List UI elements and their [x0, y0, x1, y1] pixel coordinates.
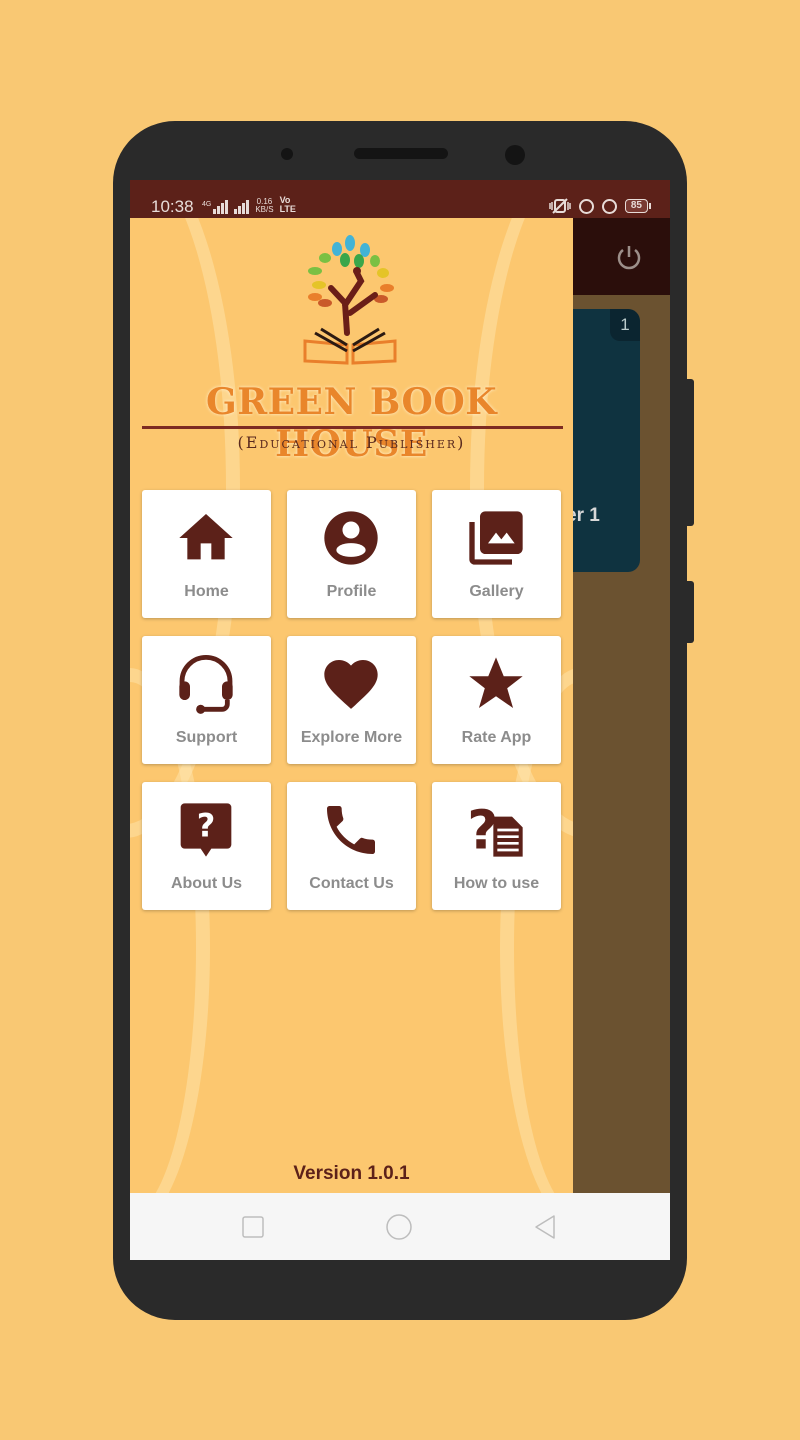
- status-time: 10:38: [151, 197, 194, 216]
- menu-label: Gallery: [469, 583, 524, 600]
- vibrate-off-icon: [549, 198, 571, 214]
- menu-profile[interactable]: Profile: [287, 490, 416, 618]
- menu-how-to-use[interactable]: ? How to use: [432, 782, 561, 910]
- recent-apps-button[interactable]: [240, 1214, 266, 1240]
- rotation-lock-icon: [578, 198, 594, 214]
- system-nav-bar: [130, 1193, 670, 1260]
- proximity-sensor: [281, 148, 293, 160]
- signal-sim1-icon: 4G: [202, 200, 229, 214]
- screen: 10:38 4G 0.16 KB/S Vo LTE 85 1 er 1 GREE…: [130, 180, 670, 1260]
- menu-label: Explore More: [300, 729, 403, 746]
- front-camera: [505, 145, 525, 165]
- brand-subtitle: (Educational Publisher): [237, 433, 466, 452]
- question-document-icon: ?: [467, 799, 523, 862]
- menu-explore-more[interactable]: Explore More: [287, 636, 416, 764]
- brand-divider: [142, 426, 563, 429]
- menu-label: How to use: [453, 875, 540, 892]
- status-bar: 10:38 4G 0.16 KB/S Vo LTE 85: [130, 180, 670, 218]
- menu-support[interactable]: Support: [142, 636, 271, 764]
- photo-library-icon: [469, 511, 523, 565]
- menu-label: Profile: [326, 583, 377, 600]
- network-type: 4G: [202, 201, 212, 208]
- earpiece-speaker: [354, 148, 448, 159]
- power-icon[interactable]: [614, 242, 644, 272]
- status-right-icons: 85: [549, 198, 652, 214]
- signal-sim2-icon: [234, 200, 250, 214]
- card-badge: 1: [610, 309, 640, 341]
- app-version: Version 1.0.1: [293, 1163, 410, 1184]
- home-nav-button[interactable]: [386, 1214, 412, 1240]
- tree-book-logo-icon: [303, 235, 397, 365]
- brand-title: GREEN BOOK HOUSE: [205, 381, 498, 465]
- headset-icon: [179, 655, 233, 714]
- status-left-icons: 4G 0.16 KB/S Vo LTE: [202, 196, 296, 214]
- heart-icon: [324, 660, 378, 709]
- menu-label: Rate App: [461, 729, 532, 746]
- menu-grid: Home Profile Gallery Support Explore Mor…: [142, 490, 561, 910]
- menu-home[interactable]: Home: [142, 490, 271, 618]
- back-button[interactable]: [532, 1214, 558, 1240]
- volume-button: [686, 379, 694, 526]
- menu-rate-app[interactable]: Rate App: [432, 636, 561, 764]
- power-side-button: [686, 581, 694, 643]
- menu-gallery[interactable]: Gallery: [432, 490, 561, 618]
- lte-label: LTE: [279, 204, 296, 214]
- home-icon: [179, 514, 233, 560]
- menu-label: Home: [184, 583, 229, 600]
- volte-icon: Vo LTE: [280, 196, 296, 214]
- phone-icon: [327, 806, 375, 854]
- navigation-drawer: GREEN BOOK HOUSE (Educational Publisher)…: [130, 218, 573, 1193]
- help-bubble-icon: ?: [180, 803, 232, 857]
- menu-label: Contact Us: [309, 875, 394, 892]
- account-circle-icon: [324, 511, 378, 565]
- battery-icon: 85: [624, 199, 652, 213]
- star-icon: [469, 657, 523, 708]
- net-speed: 0.16 KB/S: [255, 198, 273, 214]
- svg-text:?: ?: [197, 807, 216, 845]
- menu-label: Support: [175, 729, 238, 746]
- menu-label: About Us: [170, 875, 243, 892]
- alarm-icon: [601, 198, 617, 214]
- net-speed-unit: KB/S: [255, 205, 274, 214]
- menu-contact-us[interactable]: Contact Us: [287, 782, 416, 910]
- menu-about-us[interactable]: ? About Us: [142, 782, 271, 910]
